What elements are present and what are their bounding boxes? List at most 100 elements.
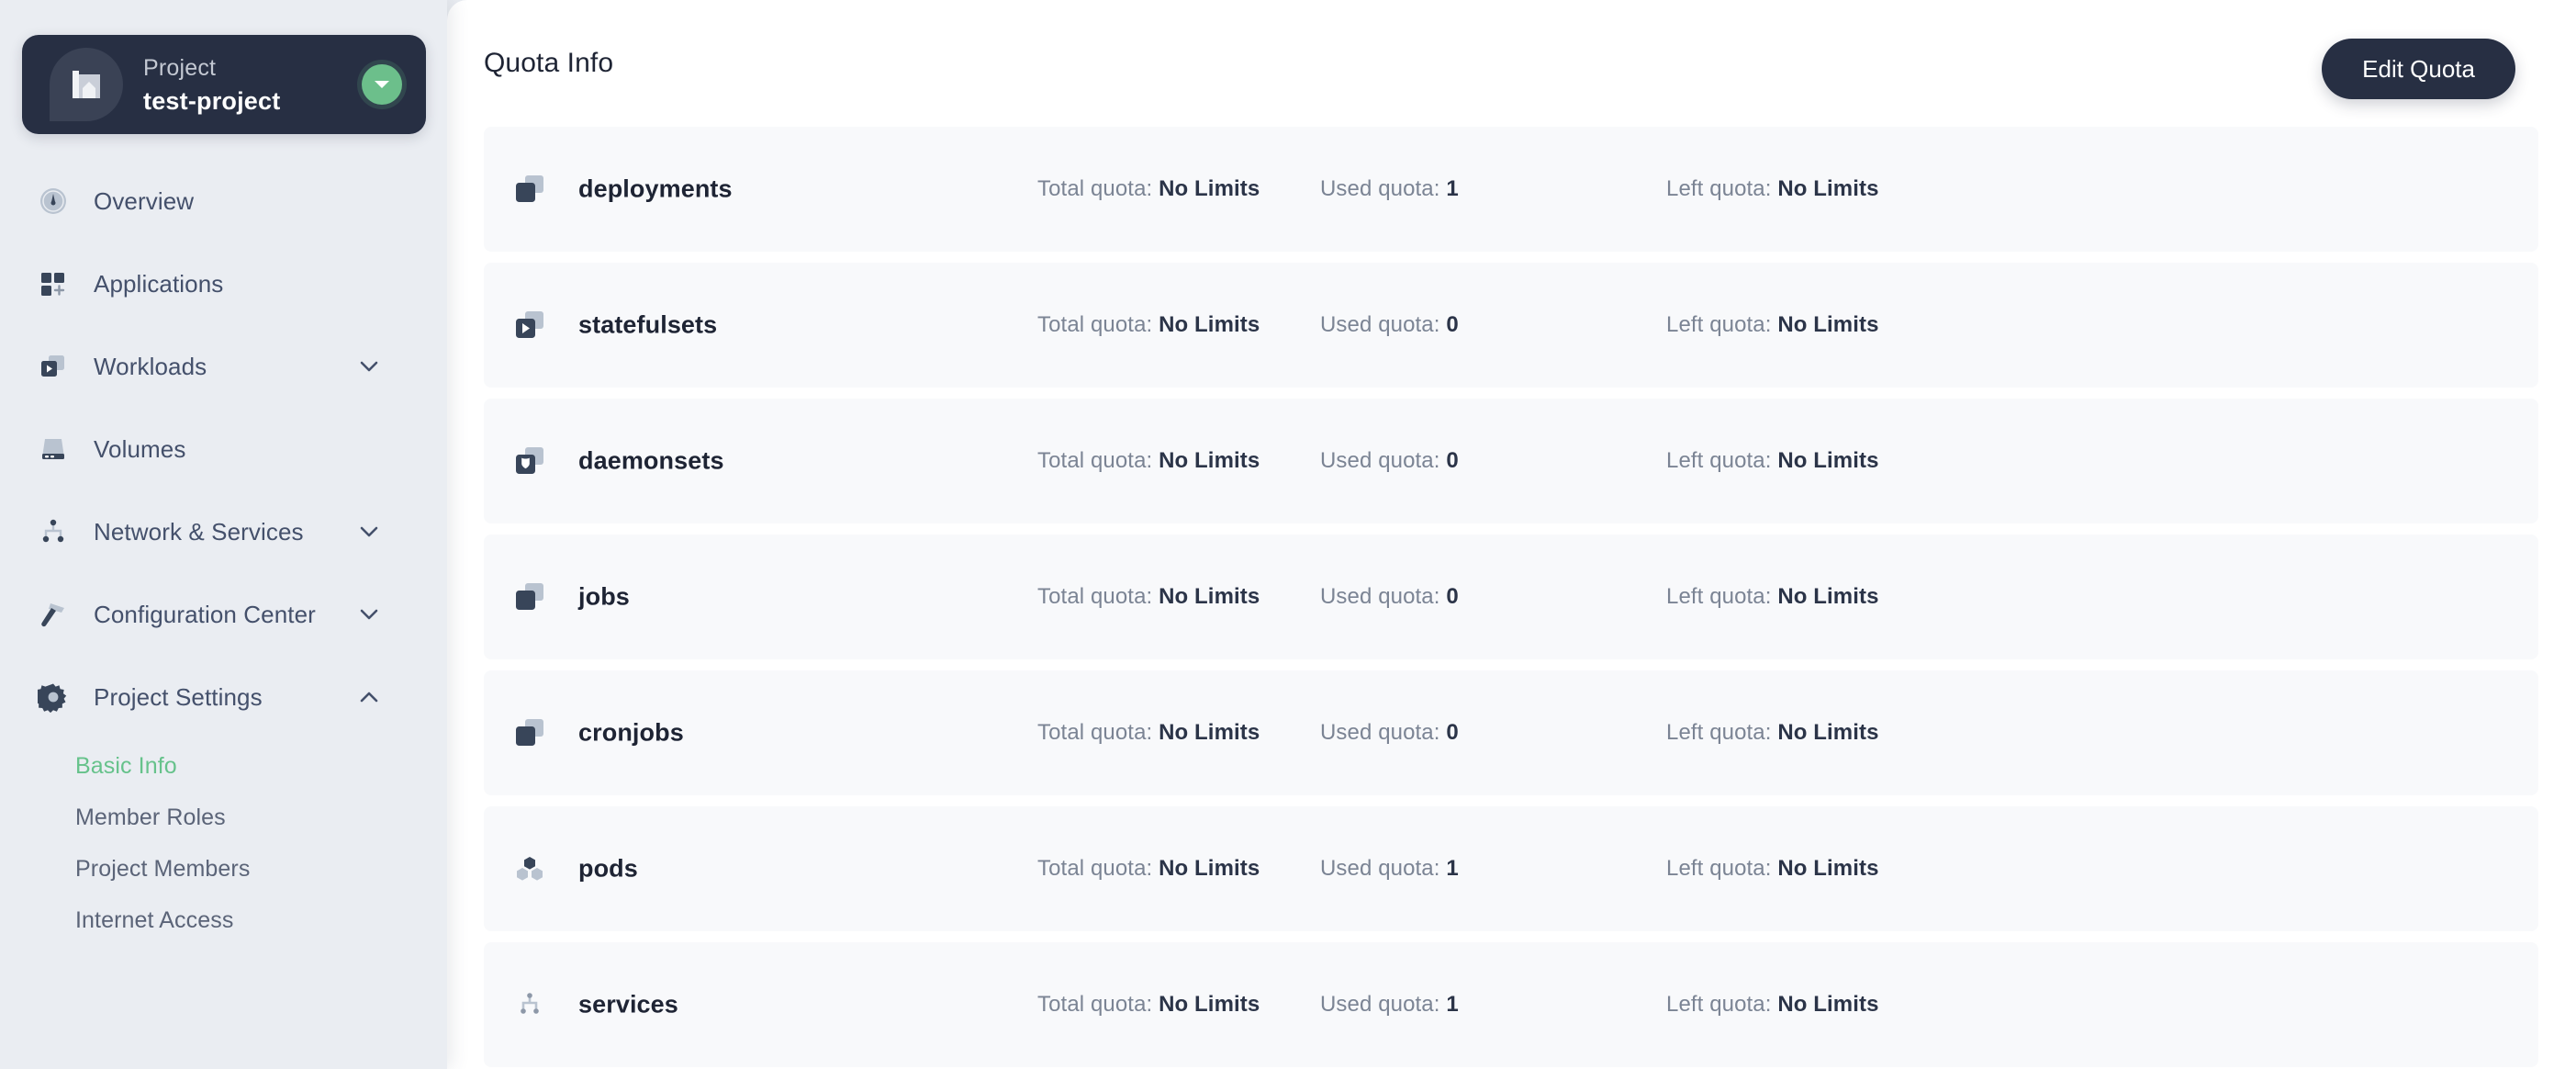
sidebar-subitem-label: Basic Info (75, 752, 177, 779)
sidebar-item-member-roles[interactable]: Member Roles (0, 792, 447, 843)
quota-resource-name: deployments (578, 174, 733, 203)
quota-resource-name: jobs (578, 582, 630, 611)
quota-total-label: Total quota: (1037, 992, 1153, 1017)
grid-apps-icon (35, 265, 72, 302)
quota-used-value: 1 (1446, 856, 1459, 881)
quota-left: Left quota: No Limits (1666, 312, 1879, 338)
quota-used-value: 1 (1446, 992, 1459, 1017)
quota-used-label: Used quota: (1320, 176, 1440, 201)
sidebar-item-configuration-center[interactable]: Configuration Center (0, 588, 447, 641)
table-row[interactable]: jobs Total quota: No Limits Used quota: … (484, 534, 2538, 659)
sidebar-item-project-members[interactable]: Project Members (0, 843, 447, 895)
table-row[interactable]: services Total quota: No Limits Used quo… (484, 942, 2538, 1067)
deployment-icon (510, 169, 550, 209)
quota-used-label: Used quota: (1320, 312, 1440, 337)
chevron-down-icon[interactable] (357, 602, 381, 626)
quota-used: Used quota: 1 (1320, 992, 1459, 1018)
job-icon (510, 577, 550, 617)
sidebar-item-label: Configuration Center (94, 600, 316, 628)
table-row[interactable]: statefulsets Total quota: No Limits Used… (484, 263, 2538, 388)
quota-total-value: No Limits (1159, 992, 1260, 1017)
sidebar-item-volumes[interactable]: Volumes (0, 422, 447, 476)
quota-used-label: Used quota: (1320, 448, 1440, 473)
quota-total-label: Total quota: (1037, 584, 1153, 609)
daemonset-icon (510, 441, 550, 481)
quota-used-label: Used quota: (1320, 584, 1440, 609)
quota-total-label: Total quota: (1037, 856, 1153, 881)
chevron-down-icon[interactable] (362, 64, 402, 105)
workload-icon (35, 348, 72, 385)
quota-left-value: No Limits (1777, 720, 1879, 745)
quota-total: Total quota: No Limits (1037, 992, 1260, 1018)
pod-icon (510, 849, 550, 889)
project-blueprint-icon (50, 48, 123, 121)
table-row[interactable]: pods Total quota: No Limits Used quota: … (484, 806, 2538, 931)
project-text: Project test-project (143, 53, 362, 117)
quota-used-label: Used quota: (1320, 720, 1440, 745)
table-row[interactable]: deployments Total quota: No Limits Used … (484, 127, 2538, 252)
quota-total-value: No Limits (1159, 176, 1260, 201)
sidebar-item-workloads[interactable]: Workloads (0, 340, 447, 393)
sidebar-item-label: Workloads (94, 352, 207, 380)
quota-left-value: No Limits (1777, 312, 1879, 337)
table-row[interactable]: cronjobs Total quota: No Limits Used quo… (484, 670, 2538, 795)
quota-used-value: 0 (1446, 720, 1459, 745)
sidebar-item-network-services[interactable]: Network & Services (0, 505, 447, 558)
quota-total-label: Total quota: (1037, 720, 1153, 745)
main-content: Quota Info Edit Quota deployments Total … (447, 0, 2576, 1069)
project-selector-card[interactable]: Project test-project (22, 35, 426, 134)
quota-used: Used quota: 0 (1320, 448, 1459, 474)
network-icon (35, 513, 72, 550)
quota-total: Total quota: No Limits (1037, 856, 1260, 882)
app-root: Project test-project Overview Applicatio… (0, 0, 2576, 1069)
sidebar-item-overview[interactable]: Overview (0, 174, 447, 228)
quota-used: Used quota: 1 (1320, 856, 1459, 882)
quota-left-label: Left quota: (1666, 584, 1772, 609)
quota-left: Left quota: No Limits (1666, 856, 1879, 882)
quota-total: Total quota: No Limits (1037, 584, 1260, 610)
quota-list: deployments Total quota: No Limits Used … (484, 127, 2538, 1069)
quota-left-label: Left quota: (1666, 856, 1772, 881)
quota-used-value: 0 (1446, 448, 1459, 473)
chevron-up-icon[interactable] (357, 685, 381, 709)
sidebar-item-label: Applications (94, 269, 224, 298)
statefulset-icon (510, 305, 550, 345)
quota-left-label: Left quota: (1666, 992, 1772, 1017)
sidebar-subitem-label: Member Roles (75, 804, 226, 830)
sidebar-item-label: Network & Services (94, 517, 304, 546)
table-row[interactable]: daemonsets Total quota: No Limits Used q… (484, 399, 2538, 523)
quota-used: Used quota: 0 (1320, 720, 1459, 746)
quota-resource-name: cronjobs (578, 718, 684, 747)
quota-left: Left quota: No Limits (1666, 992, 1879, 1018)
sidebar-nav: Overview Applications Workloads Volumes … (0, 174, 447, 946)
quota-left-value: No Limits (1777, 992, 1879, 1017)
quota-total-value: No Limits (1159, 584, 1260, 609)
project-settings-subnav: Basic Info Member Roles Project Members … (0, 740, 447, 946)
quota-left-label: Left quota: (1666, 720, 1772, 745)
quota-left-value: No Limits (1777, 856, 1879, 881)
service-icon (510, 985, 550, 1025)
sidebar-item-label: Overview (94, 186, 195, 215)
sidebar-item-internet-access[interactable]: Internet Access (0, 895, 447, 946)
chevron-down-icon[interactable] (357, 520, 381, 544)
cronjob-icon (510, 713, 550, 753)
sidebar-item-project-settings[interactable]: Project Settings (0, 670, 447, 724)
quota-left-label: Left quota: (1666, 176, 1772, 201)
sidebar-subitem-label: Project Members (75, 855, 251, 882)
quota-total: Total quota: No Limits (1037, 312, 1260, 338)
quota-left-value: No Limits (1777, 176, 1879, 201)
quota-used: Used quota: 1 (1320, 176, 1459, 202)
sidebar-item-label: Volumes (94, 434, 186, 463)
quota-resource-name: daemonsets (578, 446, 724, 475)
sidebar-item-applications[interactable]: Applications (0, 257, 447, 310)
quota-total-label: Total quota: (1037, 312, 1153, 337)
page-title: Quota Info (484, 48, 614, 78)
volume-icon (35, 431, 72, 467)
edit-quota-button[interactable]: Edit Quota (2322, 39, 2515, 99)
quota-used: Used quota: 0 (1320, 584, 1459, 610)
quota-resource-name: services (578, 990, 678, 1018)
chevron-down-icon[interactable] (357, 354, 381, 378)
quota-total: Total quota: No Limits (1037, 448, 1260, 474)
sidebar-item-basic-info[interactable]: Basic Info (0, 740, 447, 792)
project-name: test-project (143, 86, 281, 115)
